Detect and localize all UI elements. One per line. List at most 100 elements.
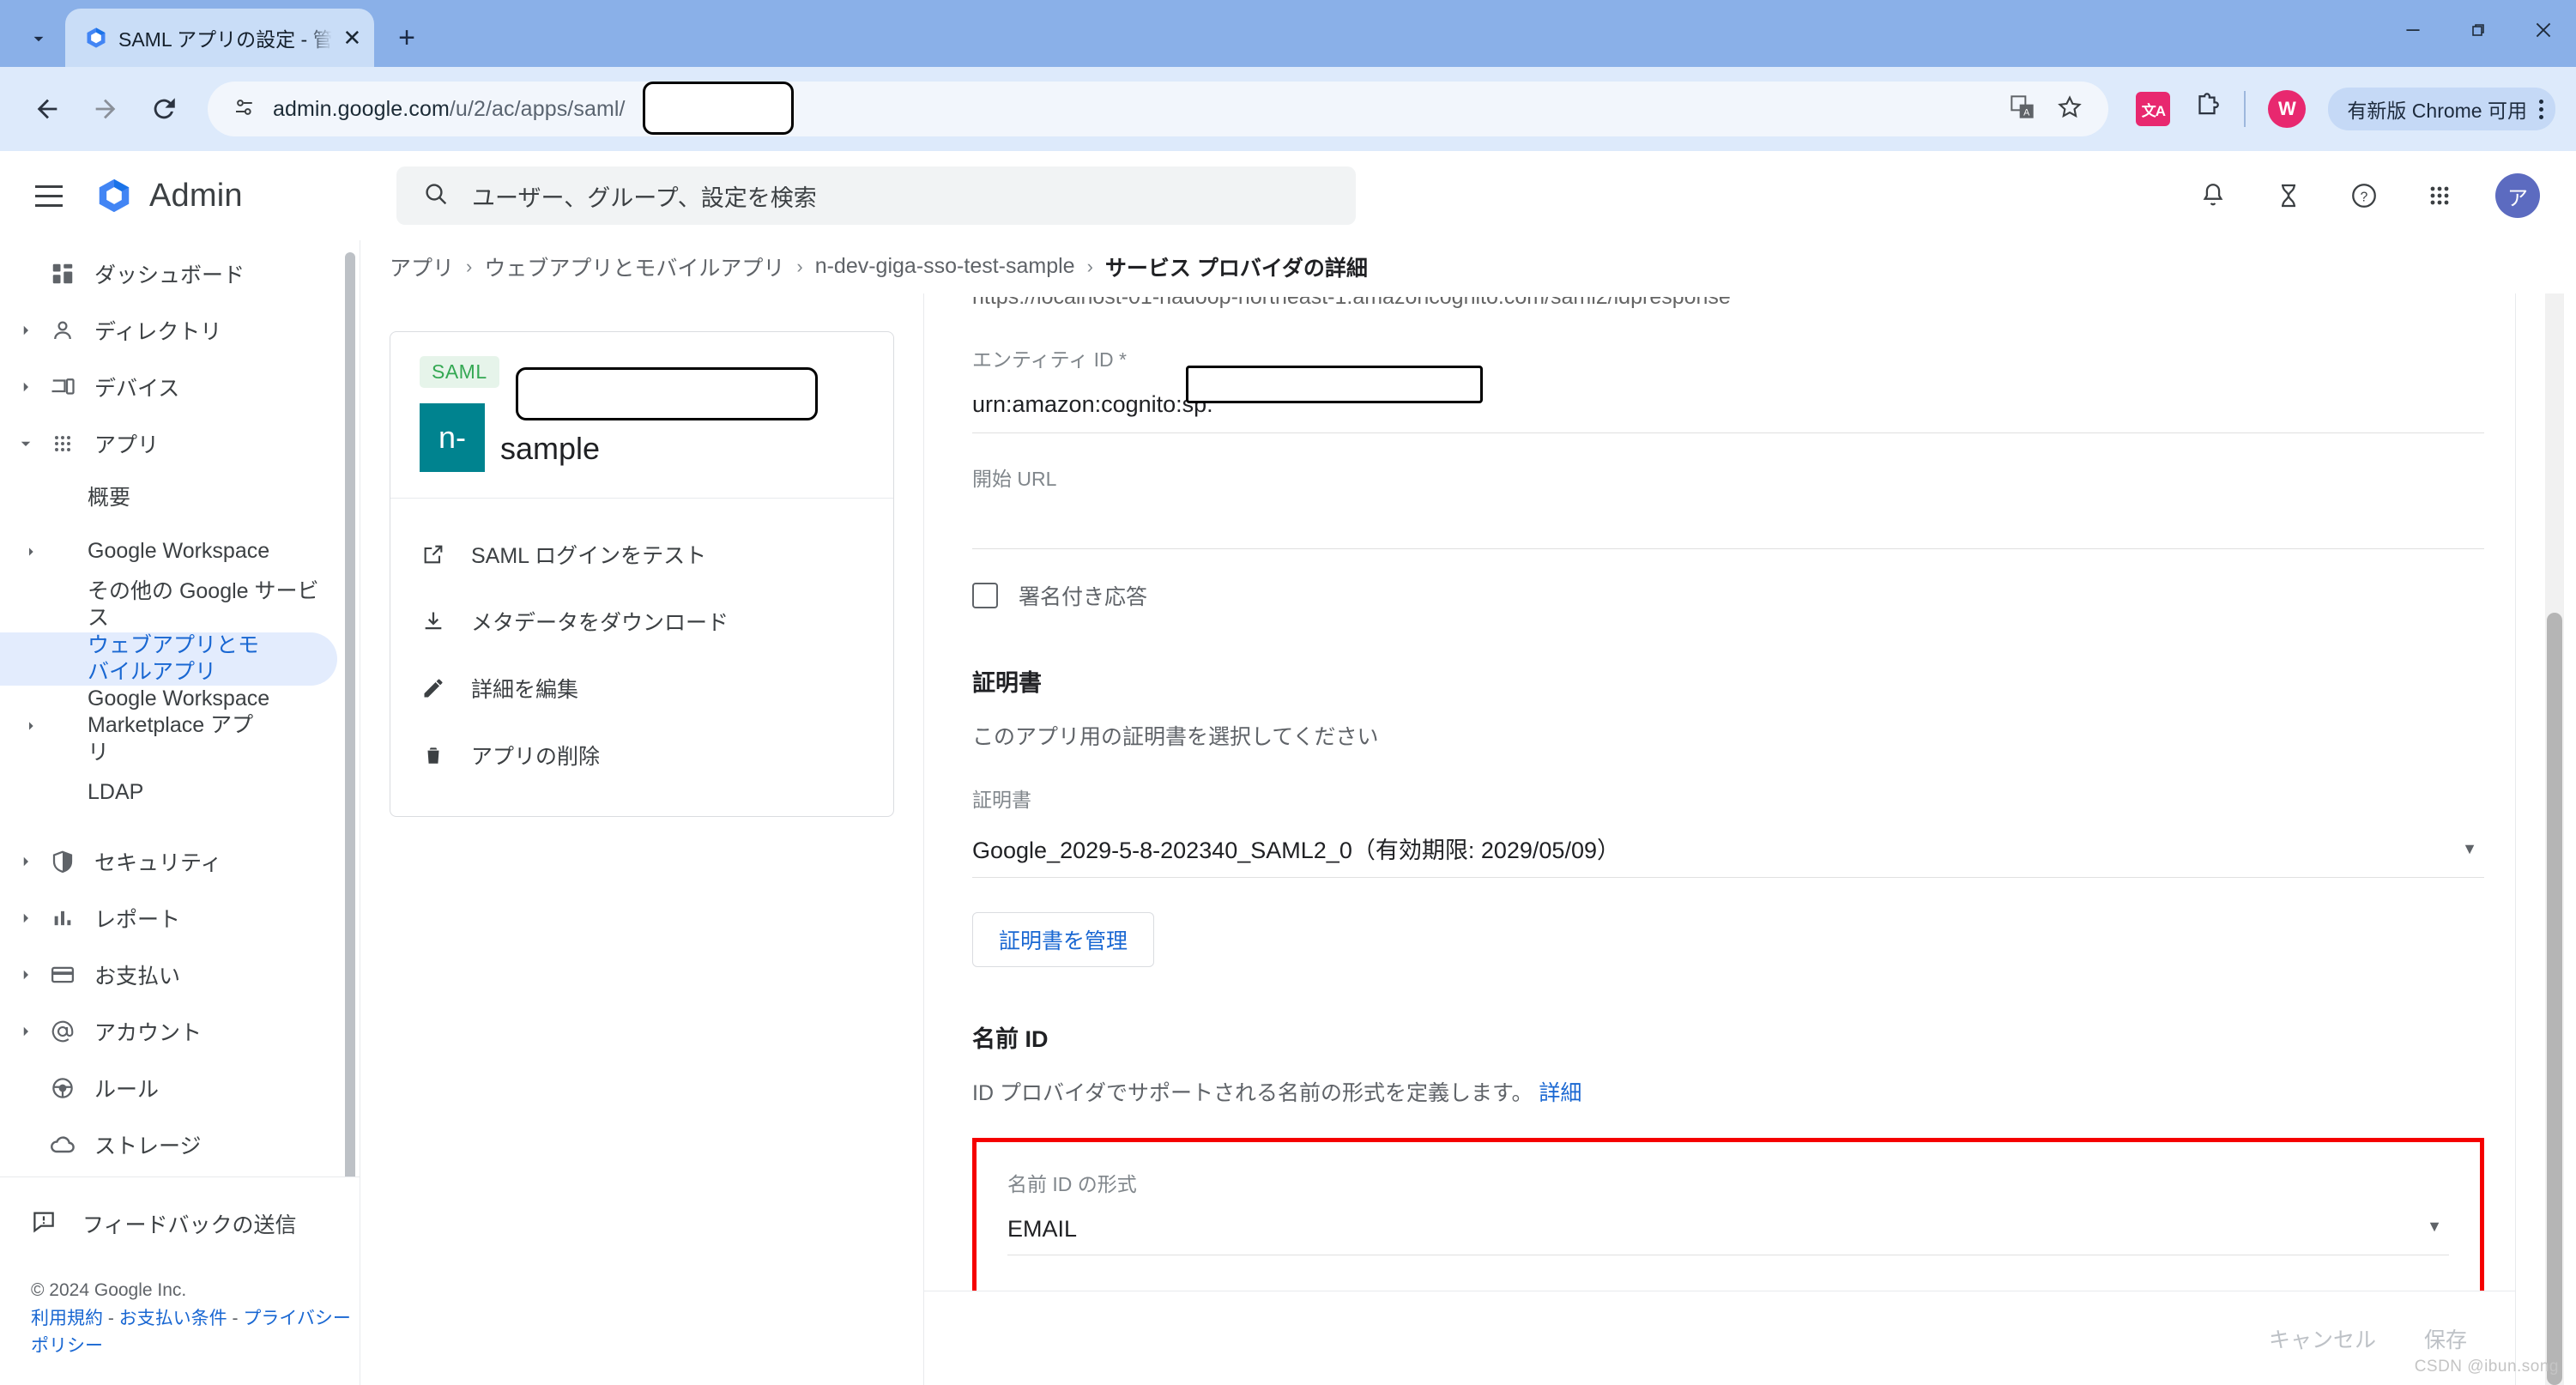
restore-icon[interactable] [2446,0,2511,60]
name-id-select[interactable]: 名前 ID Basic Information > Primary email … [1007,1288,2449,1291]
user-avatar[interactable]: ア [2495,173,2540,218]
address-bar[interactable]: admin.google.com/u/2/ac/apps/saml/ A [208,82,2109,136]
entity-id-redaction-box [1186,365,1483,403]
start-url-field[interactable]: 開始 URL [972,433,2484,549]
action-label: SAML ログインをテスト [471,543,707,568]
chevron-right-icon[interactable] [12,854,39,869]
chevron-down-icon[interactable]: ▼ [2462,840,2477,858]
sidebar-item-security[interactable]: セキュリティ [0,833,337,890]
window-controls [2380,0,2576,60]
reload-icon[interactable] [137,82,190,136]
sidebar-item-other-google-services[interactable]: その他の Google サービス [0,578,337,632]
sidebar-item-label: Google Workspace Marketplace アプリ [88,686,270,765]
sidebar-item-devices[interactable]: デバイス [0,359,337,415]
chevron-down-icon[interactable]: ▼ [2427,1218,2442,1236]
chrome-update-button[interactable]: 有新版 Chrome 可用 [2328,88,2555,130]
browser-tab[interactable]: SAML アプリの設定 - 管理コンソー ✕ [65,9,374,67]
sidebar-item-label: Google Workspace [88,539,270,564]
sidebar-scroll-area: ダッシュボード ディレクトリ デバイス アプリ 概要 Google Worksp… [0,240,360,1177]
sidebar-item-label: お支払い [94,964,181,989]
minimize-icon[interactable] [2380,0,2446,60]
download-metadata-action[interactable]: メタデータをダウンロード [390,588,893,655]
search-input[interactable]: ユーザー、グループ、設定を検索 [396,166,1356,225]
sidebar-item-ldap[interactable]: LDAP [0,766,337,820]
edit-details-action[interactable]: 詳細を編集 [390,655,893,722]
sidebar-item-label: その他の Google サービス [88,579,319,631]
breadcrumb-item-web-mobile-apps[interactable]: ウェブアプリとモバイルアプリ [484,251,784,282]
manage-certificates-button[interactable]: 証明書を管理 [972,911,1155,967]
site-settings-icon[interactable] [232,94,257,124]
sidebar-item-directory[interactable]: ディレクトリ [0,302,337,359]
entity-id-field[interactable]: エンティティ ID * urn:amazon:cognito:sp: [972,314,2484,433]
start-url-value [972,511,2484,536]
chevron-right-icon[interactable] [12,719,50,733]
app-name: sample [500,430,601,466]
billing-terms-link[interactable]: お支払い条件 [119,1309,227,1328]
translate-extension-icon[interactable]: 文A [2136,92,2171,126]
content-area: SAML n- sample SAML ログインをテスト メタデータをダウンロー… [360,293,2576,1385]
toolbar-extensions: 文A W 有新版 Chrome 可用 [2122,88,2555,130]
certificate-select-value: Google_2029-5-8-202340_SAML2_0（有効期限: 202… [972,837,1620,863]
sidebar-item-billing[interactable]: お支払い [0,947,337,1003]
chevron-right-icon[interactable] [12,1024,39,1039]
sidebar-scrollbar[interactable] [345,252,355,1177]
delete-app-action[interactable]: アプリの削除 [390,722,893,789]
help-icon[interactable]: ? [2344,176,2384,215]
name-id-format-select[interactable]: 名前 ID の形式 EMAIL ▼ [1007,1168,2449,1255]
form-scroll-area: https://localhost-01-hadoop-northeast-1.… [924,293,2515,1291]
new-tab-button[interactable]: + [383,14,431,62]
test-saml-login-action[interactable]: SAML ログインをテスト [390,521,893,588]
translate-icon[interactable]: A [2009,94,2036,125]
terms-link[interactable]: 利用規約 [31,1309,103,1328]
admin-brand[interactable]: Admin [94,176,335,215]
signed-response-checkbox-row[interactable]: 署名付き応答 [972,580,2484,611]
chrome-menu-icon[interactable] [2539,99,2543,119]
sidebar-item-apps[interactable]: アプリ [0,415,337,472]
close-window-icon[interactable] [2511,0,2576,60]
sidebar-item-marketplace-apps[interactable]: Google Workspace Marketplace アプリ [0,686,337,766]
name-id-learn-more-link[interactable]: 詳細 [1539,1081,1581,1105]
action-label: 詳細を編集 [471,677,579,702]
apps-grid-icon[interactable] [2420,176,2459,215]
bookmark-star-icon[interactable] [2055,93,2084,126]
sidebar-item-google-workspace[interactable]: Google Workspace [0,525,337,578]
sidebar-copyright: © 2024 Google Inc. 利用規約 - お支払い条件 - プライバシ… [0,1251,360,1361]
sidebar-item-web-and-mobile-apps[interactable]: ウェブアプリとモバイルアプリ [0,632,337,686]
save-button[interactable]: 保存 [2424,1323,2467,1354]
sidebar-item-dashboard[interactable]: ダッシュボード [0,245,337,302]
cancel-button[interactable]: キャンセル [2269,1323,2376,1354]
signed-response-checkbox[interactable] [972,582,998,608]
certificate-select-label: 証明書 [972,788,1031,811]
google-cloud-logo-icon [99,178,130,213]
sidebar-item-rules[interactable]: ルール [0,1060,337,1116]
forward-icon[interactable] [79,82,132,136]
chevron-right-icon[interactable] [12,545,50,559]
app-card-header: SAML n- sample [390,332,893,498]
breadcrumb-item-app[interactable]: n-dev-giga-sso-test-sample [815,254,1075,279]
hourglass-icon[interactable] [2269,176,2308,215]
certificate-select[interactable]: 証明書 Google_2029-5-8-202340_SAML2_0（有効期限:… [972,783,2484,878]
send-feedback-button[interactable]: フィードバックの送信 [0,1196,360,1251]
notifications-bell-icon[interactable] [2193,176,2233,215]
brand-label: Admin [149,177,243,214]
cloud-icon [39,1131,86,1158]
breadcrumb-item-apps[interactable]: アプリ [390,251,454,282]
chevron-right-icon[interactable] [12,323,39,338]
profile-avatar[interactable]: W [2268,90,2307,128]
back-icon[interactable] [21,82,74,136]
chevron-right-icon[interactable] [12,910,39,926]
menu-hamburger-icon[interactable] [22,169,76,222]
sidebar-item-storage[interactable]: ストレージ [0,1116,337,1173]
close-icon[interactable]: ✕ [342,23,362,52]
chevron-right-icon[interactable] [12,967,39,983]
chevron-down-icon[interactable] [12,436,39,451]
sidebar-item-overview[interactable]: 概要 [0,472,337,525]
sidebar-item-account[interactable]: アカウント [0,1003,337,1060]
app-card-actions: SAML ログインをテスト メタデータをダウンロード 詳細を編集 アプリの削除 [390,497,893,811]
main-scrollbar-thumb[interactable] [2547,612,2562,1385]
tab-search-dropdown-icon[interactable] [15,15,62,62]
extensions-puzzle-icon[interactable] [2192,92,2222,126]
chevron-right-icon[interactable] [12,379,39,395]
sidebar-item-reports[interactable]: レポート [0,890,337,947]
svg-text:?: ? [2361,190,2368,204]
